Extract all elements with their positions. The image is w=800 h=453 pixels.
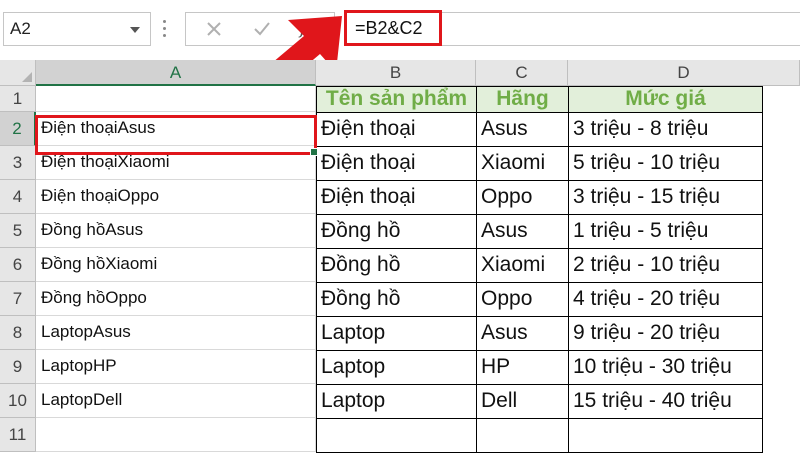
formula-input-track[interactable] [442, 12, 800, 46]
cell-d4[interactable]: 3 triệu - 15 triệu [568, 180, 763, 215]
cell-a3[interactable]: Điện thoạiXiaomi [36, 146, 316, 180]
cell-a2[interactable]: Điện thoạiAsus [36, 112, 316, 146]
spreadsheet-grid: A B C D 1 Tên sản phẩm Hãng Mức giá 2 Điện thoạiA… [0, 60, 800, 453]
cell-a4[interactable]: Điện thoạiOppo [36, 180, 316, 214]
cell-c2[interactable]: Asus [476, 112, 569, 147]
cell-c4[interactable]: Oppo [476, 180, 569, 215]
cell-c9[interactable]: HP [476, 350, 569, 385]
cell-d3[interactable]: 5 triệu - 10 triệu [568, 146, 763, 181]
cell-b8[interactable]: Laptop [316, 316, 477, 351]
cell-a6[interactable]: Đồng hồXiaomi [36, 248, 316, 282]
close-icon[interactable] [194, 13, 234, 45]
chevron-down-icon[interactable] [130, 27, 140, 33]
cell-c8[interactable]: Asus [476, 316, 569, 351]
cell-b3[interactable]: Điện thoại [316, 146, 477, 181]
cell-d2[interactable]: 3 triệu - 8 triệu [568, 112, 763, 147]
row-header-7[interactable]: 7 [0, 282, 36, 316]
cell-b2[interactable]: Điện thoại [316, 112, 477, 147]
column-header-b[interactable]: B [316, 60, 476, 86]
cell-b9[interactable]: Laptop [316, 350, 477, 385]
row-header-11[interactable]: 11 [0, 418, 36, 452]
cell-a10[interactable]: LaptopDell [36, 384, 316, 418]
row-header-4[interactable]: 4 [0, 180, 36, 214]
cell-c7[interactable]: Oppo [476, 282, 569, 317]
cell-b10[interactable]: Laptop [316, 384, 477, 419]
formula-bar: A2 fx =B2&C2 [0, 0, 800, 86]
cell-d10[interactable]: 15 triệu - 40 triệu [568, 384, 763, 419]
cell-a7[interactable]: Đồng hồOppo [36, 282, 316, 316]
cell-c10[interactable]: Dell [476, 384, 569, 419]
cell-d6[interactable]: 2 triệu - 10 triệu [568, 248, 763, 283]
cell-c6[interactable]: Xiaomi [476, 248, 569, 283]
more-options-icon[interactable] [160, 20, 168, 38]
row-header-1[interactable]: 1 [0, 86, 36, 112]
cell-b6[interactable]: Đồng hồ [316, 248, 477, 283]
cell-d1[interactable]: Mức giá [568, 86, 763, 113]
name-box-value: A2 [10, 19, 31, 38]
row-header-10[interactable]: 10 [0, 384, 36, 418]
row-header-9[interactable]: 9 [0, 350, 36, 384]
cell-a8[interactable]: LaptopAsus [36, 316, 316, 350]
cell-d7[interactable]: 4 triệu - 20 triệu [568, 282, 763, 317]
cell-a5[interactable]: Đồng hồAsus [36, 214, 316, 248]
cell-d9[interactable]: 10 triệu - 30 triệu [568, 350, 763, 385]
name-box[interactable]: A2 [3, 12, 151, 46]
row-header-5[interactable]: 5 [0, 214, 36, 248]
cell-a1[interactable] [36, 86, 316, 112]
column-header-a[interactable]: A [36, 60, 316, 86]
cell-c1[interactable]: Hãng [476, 86, 569, 113]
formula-input[interactable]: =B2&C2 [344, 10, 442, 46]
cell-b4[interactable]: Điện thoại [316, 180, 477, 215]
row-header-8[interactable]: 8 [0, 316, 36, 350]
cell-a9[interactable]: LaptopHP [36, 350, 316, 384]
row-header-3[interactable]: 3 [0, 146, 36, 180]
select-all-button[interactable] [0, 60, 36, 86]
row-header-6[interactable]: 6 [0, 248, 36, 282]
column-header-d[interactable]: D [568, 60, 800, 86]
cell-d8[interactable]: 9 triệu - 20 triệu [568, 316, 763, 351]
cell-d5[interactable]: 1 triệu - 5 triệu [568, 214, 763, 249]
cell-b11[interactable] [316, 418, 477, 453]
cell-a11[interactable] [36, 418, 316, 452]
row-header-2[interactable]: 2 [0, 112, 36, 146]
cell-b1[interactable]: Tên sản phẩm [316, 86, 477, 113]
cell-c11[interactable] [476, 418, 569, 453]
cell-d11[interactable] [568, 418, 763, 453]
cell-c5[interactable]: Asus [476, 214, 569, 249]
column-header-c[interactable]: C [476, 60, 568, 86]
cell-b7[interactable]: Đồng hồ [316, 282, 477, 317]
cell-c3[interactable]: Xiaomi [476, 146, 569, 181]
cell-b5[interactable]: Đồng hồ [316, 214, 477, 249]
